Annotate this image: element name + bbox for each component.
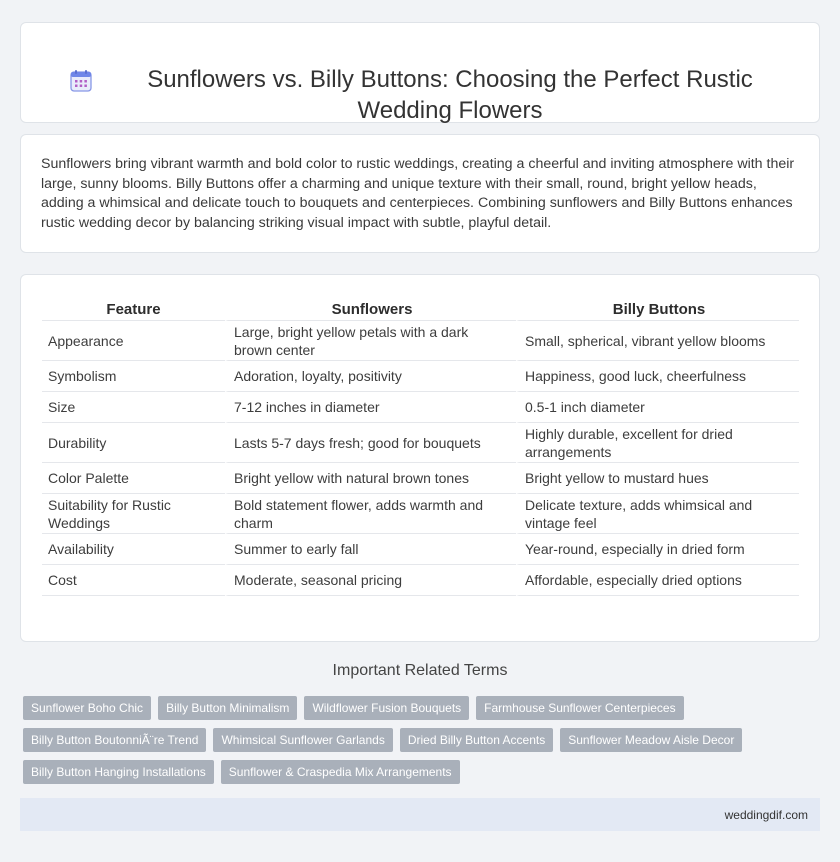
feature-cell: Availability [42,534,225,565]
sunflowers-cell: Summer to early fall [225,534,516,565]
tag[interactable]: Whimsical Sunflower Garlands [213,728,393,752]
billy-buttons-cell: Highly durable, excellent for dried arra… [516,423,799,463]
billy-buttons-cell: Year-round, especially in dried form [516,534,799,565]
tag-row: Sunflower Boho Chic Billy Button Minimal… [23,696,823,720]
tag-row: Billy Button Hanging Installations Sunfl… [23,760,823,784]
feature-cell: Suitability for Rustic Weddings [42,494,225,534]
intro-text: Sunflowers bring vibrant warmth and bold… [41,156,795,231]
tag[interactable]: Sunflower Meadow Aisle Decor [560,728,743,752]
billy-buttons-cell: Affordable, especially dried options [516,565,799,596]
title-card: Sunflowers vs. Billy Buttons: Choosing t… [20,22,820,124]
table-row: Durability Lasts 5-7 days fresh; good fo… [42,423,799,463]
feature-cell: Durability [42,423,225,463]
tag[interactable]: Sunflower & Craspedia Mix Arrangements [220,760,460,784]
sunflowers-cell: Moderate, seasonal pricing [225,565,516,596]
feature-cell: Appearance [42,321,225,361]
billy-buttons-cell: Bright yellow to mustard hues [516,463,799,494]
sunflowers-cell: Large, bright yellow petals with a dark … [225,321,516,361]
feature-cell: Symbolism [42,361,225,392]
table-header-row: Feature Sunflowers Billy Buttons [42,295,799,321]
tag[interactable]: Sunflower Boho Chic [23,696,152,720]
billy-buttons-cell: 0.5-1 inch diameter [516,392,799,423]
table-row: Cost Moderate, seasonal pricing Affordab… [42,565,799,596]
tag-row: Billy Button BoutonniÃ¨re Trend Whimsica… [23,728,823,752]
comparison-table: Feature Sunflowers Billy Buttons Appeara… [42,295,799,596]
table-row: Suitability for Rustic Weddings Bold sta… [42,494,799,534]
sunflowers-cell: Bold statement flower, adds warmth and c… [225,494,516,534]
billy-buttons-cell: Delicate texture, adds whimsical and vin… [516,494,799,534]
table-row: Symbolism Adoration, loyalty, positivity… [42,361,799,392]
billy-buttons-cell: Small, spherical, vibrant yellow blooms [516,321,799,361]
table-row: Availability Summer to early fall Year-r… [42,534,799,565]
tag[interactable]: Billy Button Minimalism [158,696,298,720]
feature-cell: Color Palette [42,463,225,494]
tag[interactable]: Billy Button Hanging Installations [23,760,214,784]
billy-buttons-cell: Happiness, good luck, cheerfulness [516,361,799,392]
footer: weddingdif.com [20,798,820,831]
comparison-card: Feature Sunflowers Billy Buttons Appeara… [20,274,820,642]
tag[interactable]: Wildflower Fusion Bouquets [304,696,470,720]
tag[interactable]: Billy Button BoutonniÃ¨re Trend [23,728,207,752]
sunflowers-cell: Lasts 5-7 days fresh; good for bouquets [225,423,516,463]
sunflowers-cell: Adoration, loyalty, positivity [225,361,516,392]
table-row: Appearance Large, bright yellow petals w… [42,321,799,361]
page-title: Sunflowers vs. Billy Buttons: Choosing t… [147,66,753,124]
footer-site-link[interactable]: weddingdif.com [725,808,808,822]
intro-card: Sunflowers bring vibrant warmth and bold… [20,134,820,253]
header-billy-buttons: Billy Buttons [516,295,799,321]
feature-cell: Cost [42,565,225,596]
related-terms-heading: Important Related Terms [332,662,508,679]
tag[interactable]: Dried Billy Button Accents [399,728,554,752]
feature-cell: Size [42,392,225,423]
header-sunflowers: Sunflowers [225,295,516,321]
table-row: Size 7-12 inches in diameter 0.5-1 inch … [42,392,799,423]
table-row: Color Palette Bright yellow with natural… [42,463,799,494]
header-feature: Feature [42,295,225,321]
calendar-icon [69,69,93,93]
tag[interactable]: Farmhouse Sunflower Centerpieces [476,696,684,720]
sunflowers-cell: 7-12 inches in diameter [225,392,516,423]
sunflowers-cell: Bright yellow with natural brown tones [225,463,516,494]
related-terms-tags: Sunflower Boho Chic Billy Button Minimal… [23,696,823,792]
